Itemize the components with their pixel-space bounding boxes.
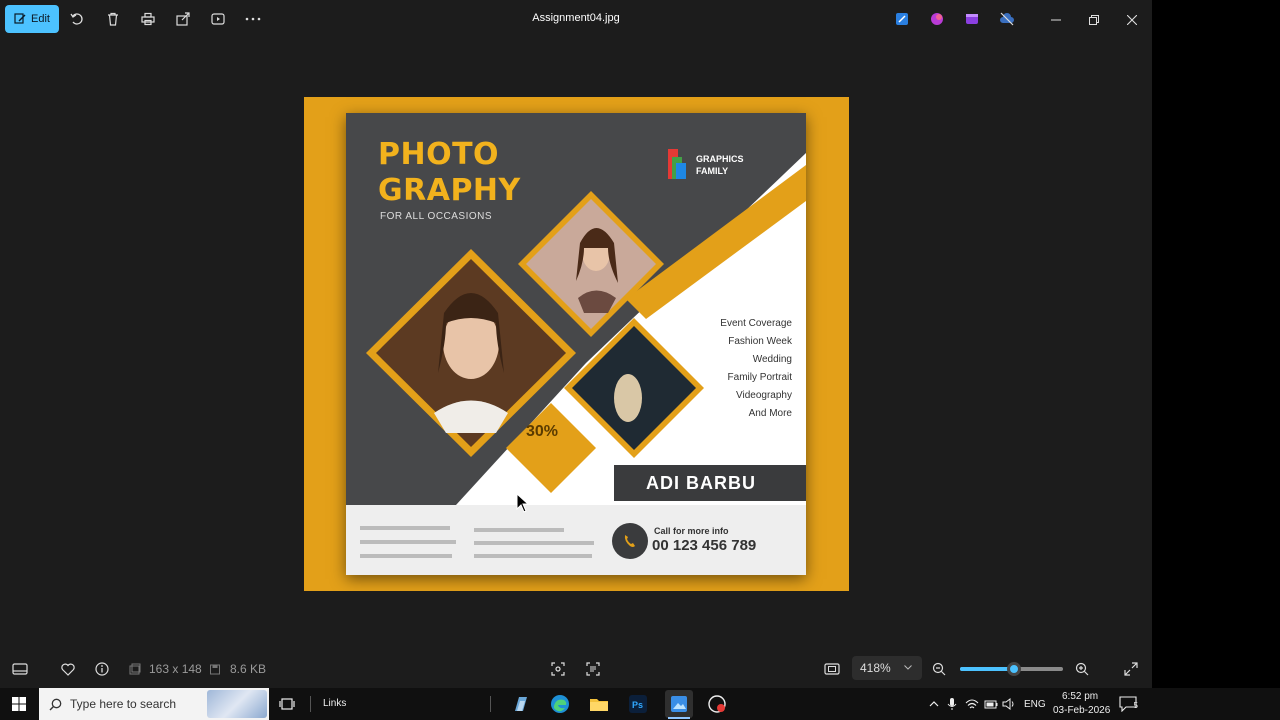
image-dimensions: 163 x 148: [149, 662, 202, 676]
close-icon: [1127, 15, 1137, 25]
zoom-level-value: 418%: [860, 661, 891, 675]
links-toolbar[interactable]: Links: [323, 698, 346, 709]
more-options-icon[interactable]: [244, 10, 262, 28]
taskbar-search-box[interactable]: Type here to search: [39, 688, 269, 720]
fit-to-window-icon[interactable]: [823, 660, 841, 678]
notification-center-icon[interactable]: 5: [1116, 692, 1140, 716]
poster-discount: 30%: [526, 423, 559, 440]
edit-icon: [14, 13, 26, 24]
poster-title: PHOTO GRAPHY: [378, 137, 521, 209]
close-button[interactable]: [1120, 8, 1144, 32]
file-info-icon[interactable]: [93, 660, 111, 678]
video-editor-icon[interactable]: [963, 10, 981, 28]
poster-logo-line1: GRAPHICS: [696, 154, 744, 164]
full-screen-icon[interactable]: [1122, 660, 1140, 678]
edge-browser-icon[interactable]: [548, 692, 572, 716]
poster-title-line2: GRAPHY: [378, 173, 521, 208]
empty-screen-area: [1152, 0, 1280, 688]
poster-services-list: Event Coverage Fashion Week Wedding Fami…: [720, 315, 792, 423]
restore-icon: [1089, 15, 1099, 25]
displayed-image[interactable]: PHOTO GRAPHY FOR ALL OCCASIONS GRAPHICS …: [304, 97, 849, 591]
pen-app-icon[interactable]: [893, 10, 911, 28]
photoshop-icon[interactable]: Ps: [626, 692, 650, 716]
photography-poster: PHOTO GRAPHY FOR ALL OCCASIONS GRAPHICS …: [346, 113, 806, 575]
chevron-down-icon: [904, 665, 912, 670]
zoom-level-dropdown[interactable]: 418%: [852, 656, 922, 680]
file-explorer-icon[interactable]: [587, 692, 611, 716]
poster-logo-line2: FAMILY: [696, 166, 729, 176]
minimize-icon: [1051, 19, 1061, 21]
svg-text:Ps: Ps: [632, 700, 643, 710]
mouse-cursor-icon: [516, 493, 530, 513]
poster-address-block: [360, 521, 456, 568]
slideshow-icon[interactable]: [209, 10, 227, 28]
poster-name: ADI BARBU: [646, 473, 756, 493]
active-app-indicator: [668, 717, 690, 719]
zoom-out-icon[interactable]: [930, 660, 948, 678]
creative-app-icon[interactable]: [928, 10, 946, 28]
search-placeholder: Type here to search: [70, 697, 177, 711]
poster-subtitle: FOR ALL OCCASIONS: [380, 211, 493, 222]
service-item: Videography: [736, 390, 792, 401]
favorite-icon[interactable]: [59, 660, 77, 678]
minimize-button[interactable]: [1044, 8, 1068, 32]
notification-count: 5: [1133, 701, 1138, 710]
search-highlight-image[interactable]: [207, 690, 267, 718]
share-icon[interactable]: [174, 10, 192, 28]
snipping-tool-icon[interactable]: [508, 692, 532, 716]
poster-phone-number: 00 123 456 789: [652, 537, 757, 554]
service-item: And More: [748, 408, 792, 419]
crop-icon[interactable]: [549, 660, 567, 678]
bottom-toolbar: 163 x 148 8.6 KB 418%: [0, 650, 1152, 688]
clock-time[interactable]: 6:52 pm: [1062, 691, 1098, 702]
edit-button-label: Edit: [31, 13, 50, 25]
poster-logo: GRAPHICS FAMILY: [696, 153, 744, 177]
visual-search-icon[interactable]: [584, 660, 602, 678]
start-button[interactable]: [0, 688, 38, 720]
poster-title-line1: PHOTO: [378, 137, 500, 172]
zoom-slider[interactable]: [960, 662, 1063, 676]
poster-call-label: Call for more info: [654, 526, 729, 536]
filesize-icon: [206, 660, 224, 678]
poster-contacts-block: [474, 523, 594, 567]
service-item: Family Portrait: [727, 372, 792, 383]
photos-app-taskbar-icon[interactable]: [665, 690, 693, 718]
windows-logo-icon: [12, 697, 26, 711]
print-icon[interactable]: [139, 10, 157, 28]
file-size: 8.6 KB: [230, 662, 267, 676]
cloud-offline-icon[interactable]: [998, 10, 1016, 28]
service-item: Fashion Week: [728, 336, 792, 347]
zoom-in-icon[interactable]: [1073, 660, 1091, 678]
search-icon: [49, 698, 62, 710]
poster-phone-icon: [612, 523, 648, 559]
zoom-slider-fill: [960, 667, 1014, 671]
dimensions-icon: [126, 660, 144, 678]
rotate-icon[interactable]: [68, 10, 86, 28]
task-view-icon[interactable]: [275, 692, 299, 716]
volume-icon[interactable]: [997, 692, 1021, 716]
clock-date[interactable]: 03-Feb-2026: [1053, 705, 1110, 716]
service-item: Event Coverage: [720, 318, 792, 329]
filmstrip-icon[interactable]: [11, 660, 29, 678]
zoom-slider-thumb[interactable]: [1006, 662, 1021, 676]
top-toolbar: Edit Assignment04.jpg: [0, 0, 1152, 40]
photos-app-window: Edit Assignment04.jpg PHOTO GRAPHY FOR A…: [0, 0, 1152, 688]
windows-taskbar: Type here to search Links Ps ENG 6:52 pm…: [0, 688, 1280, 720]
input-language[interactable]: ENG: [1024, 699, 1046, 710]
delete-icon[interactable]: [104, 10, 122, 28]
edit-button[interactable]: Edit: [5, 5, 59, 33]
restore-button[interactable]: [1082, 8, 1106, 32]
window-title: Assignment04.jpg: [532, 12, 620, 24]
service-item: Wedding: [752, 354, 792, 365]
screen-recorder-icon[interactable]: [705, 692, 729, 716]
